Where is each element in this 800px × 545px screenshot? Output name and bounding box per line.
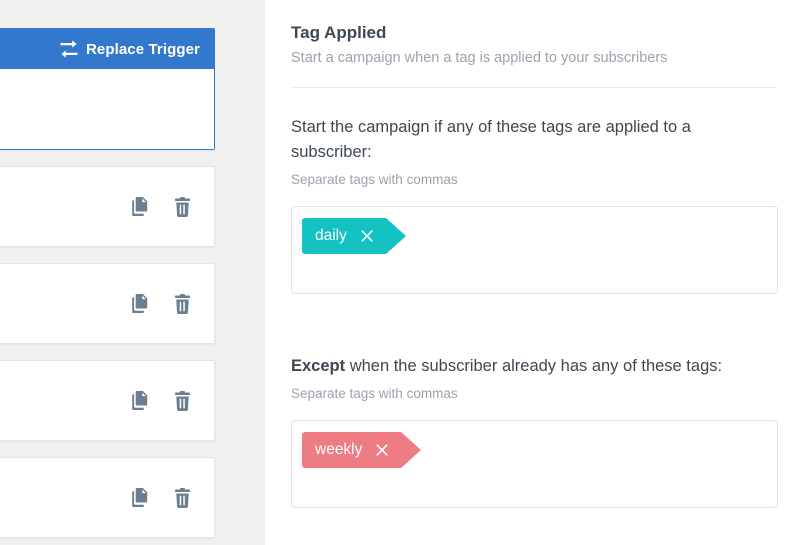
replace-trigger-label: Replace Trigger <box>85 40 200 58</box>
workflow-node[interactable] <box>0 263 215 344</box>
trigger-node[interactable]: Replace Trigger <box>0 28 215 150</box>
page-subtitle: Start a campaign when a tag is applied t… <box>291 50 668 67</box>
copy-icon[interactable] <box>131 390 151 412</box>
trigger-node-body <box>0 69 214 149</box>
replace-trigger-button[interactable]: Replace Trigger <box>0 29 214 69</box>
tag-chip-label: daily <box>315 227 347 245</box>
campaign-trigger-editor: Replace Trigger Tag Applied Start a camp… <box>0 0 800 545</box>
exclude-tags-label-rest: when the subscriber already has any of t… <box>345 357 723 376</box>
close-icon[interactable] <box>360 229 374 243</box>
trash-icon[interactable] <box>172 196 192 218</box>
tag-chip-daily[interactable]: daily <box>302 218 406 255</box>
exclude-tags-input[interactable]: weekly <box>291 420 778 509</box>
trigger-settings-panel: Tag Applied Start a campaign when a tag … <box>265 0 800 545</box>
exclude-tags-label: Except when the subscriber already has a… <box>291 354 751 379</box>
exclude-tags-label-emphasis: Except <box>291 357 346 376</box>
copy-icon[interactable] <box>131 196 151 218</box>
include-tags-label: Start the campaign if any of these tags … <box>291 118 691 162</box>
tag-chip-weekly[interactable]: weekly <box>302 432 422 469</box>
node-action-buttons <box>131 293 192 315</box>
node-action-buttons <box>131 487 192 509</box>
workflow-node[interactable] <box>0 166 215 247</box>
include-tags-group: Start the campaign if any of these tags … <box>291 88 778 295</box>
copy-icon[interactable] <box>131 293 151 315</box>
swap-arrows-icon <box>60 40 78 58</box>
node-action-buttons <box>131 390 192 412</box>
close-icon[interactable] <box>375 443 389 457</box>
tag-chip-label: weekly <box>315 441 363 459</box>
trash-icon[interactable] <box>172 390 192 412</box>
include-tags-hint: Separate tags with commas <box>291 172 458 188</box>
exclude-tags-hint: Separate tags with commas <box>291 386 458 402</box>
page-title: Tag Applied <box>291 23 387 42</box>
exclude-tags-group: Except when the subscriber already has a… <box>291 294 778 509</box>
workflow-canvas: Replace Trigger <box>0 0 265 545</box>
workflow-node-stack: Replace Trigger <box>0 28 215 538</box>
include-tags-input[interactable]: daily <box>291 206 778 295</box>
workflow-node[interactable] <box>0 457 215 538</box>
trash-icon[interactable] <box>172 487 192 509</box>
trash-icon[interactable] <box>172 293 192 315</box>
workflow-node[interactable] <box>0 360 215 441</box>
copy-icon[interactable] <box>131 487 151 509</box>
node-action-buttons <box>131 196 192 218</box>
